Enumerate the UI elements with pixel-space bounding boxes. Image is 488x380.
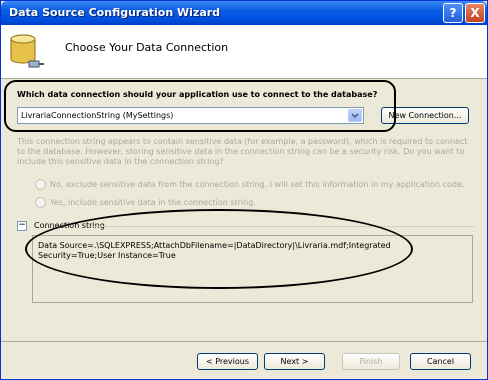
next-button[interactable]: Next > (264, 353, 325, 370)
cancel-button[interactable]: Cancel (410, 353, 471, 370)
finish-button[interactable]: Finish (342, 353, 400, 370)
exclude-sensitive-label: No, exclude sensitive data from the conn… (50, 180, 465, 189)
footer-divider (1, 341, 487, 342)
exclude-sensitive-radio[interactable] (35, 179, 46, 190)
close-button[interactable]: X (465, 3, 485, 23)
database-icon (10, 34, 44, 68)
previous-button[interactable]: < Previous (197, 353, 258, 370)
collapse-toggle-icon[interactable]: − (17, 221, 27, 231)
window-title: Data Source Configuration Wizard (9, 6, 221, 19)
highlight-annotation-box (4, 80, 396, 132)
page-title: Choose Your Data Connection (65, 41, 229, 54)
wizard-header: Choose Your Data Connection (1, 25, 487, 79)
title-bar[interactable]: Data Source Configuration Wizard ? X (1, 1, 487, 25)
help-button[interactable]: ? (443, 3, 463, 23)
sensitive-data-description: This connection string appears to contai… (17, 137, 468, 166)
include-sensitive-label: Yes, include sensitive data in the conne… (50, 198, 256, 207)
wizard-window: Data Source Configuration Wizard ? X Cho… (0, 0, 488, 380)
highlight-annotation-ellipse (25, 209, 413, 289)
include-sensitive-radio[interactable] (35, 197, 46, 208)
